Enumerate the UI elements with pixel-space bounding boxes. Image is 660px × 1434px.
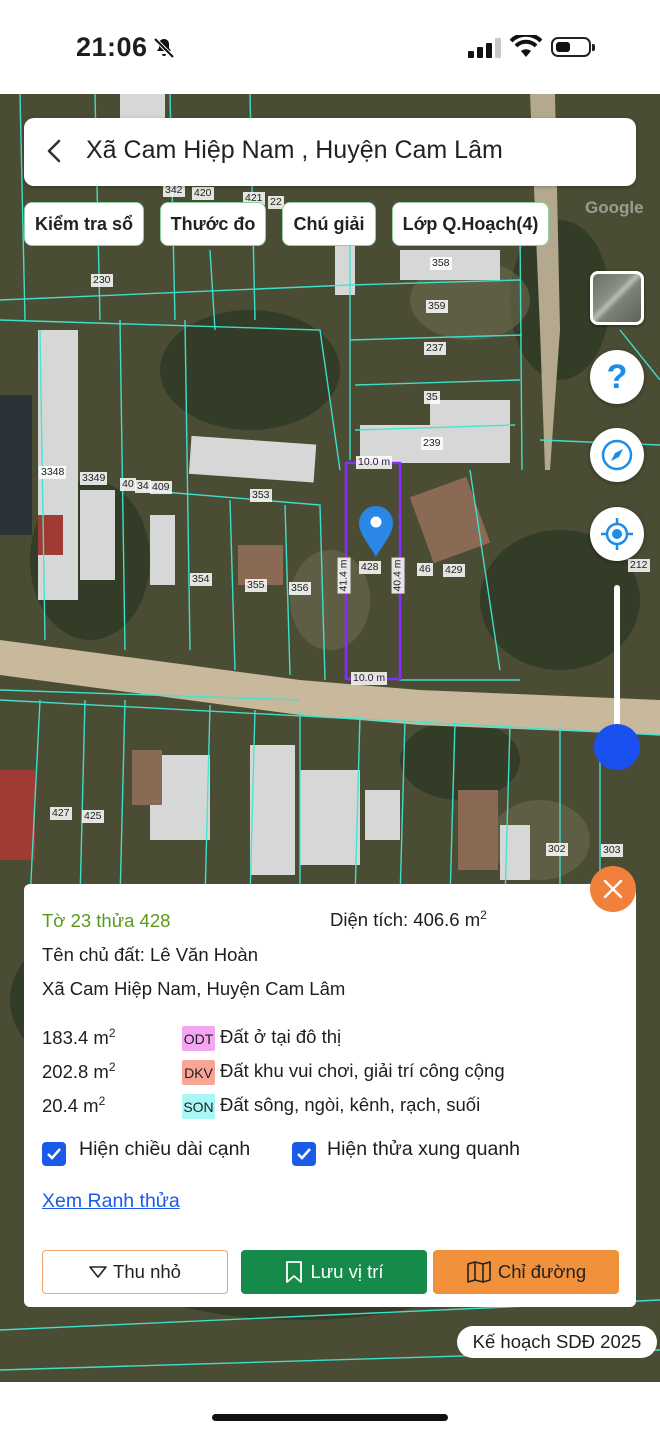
location-header[interactable]: Xã Cam Hiệp Nam , Huyện Cam Lâm [24,118,636,186]
map-toolbar: Kiểm tra sổ Thước đo Chú giải Lớp Q.Hoạc… [0,202,660,248]
parcel-label: 429 [443,564,465,577]
parcel-label: 3348 [39,466,67,479]
parcel-label: 34 [135,480,151,493]
land-use-description: Đất ở tại đô thị [220,1026,342,1047]
close-panel-button[interactable] [590,866,636,912]
minimize-label: Thu nhỏ [113,1261,181,1282]
land-use-row: 202.8 m2 DKV Đất khu vui chơi, giải trí … [42,1060,632,1086]
question-icon: ? [606,358,628,396]
parcel-label: 428 [359,561,381,574]
zoom-slider-handle[interactable] [594,724,640,770]
map-icon [467,1261,491,1283]
save-location-label: Lưu vị trí [310,1261,384,1282]
status-bar: 21:06 [0,0,660,94]
location-title: Xã Cam Hiệp Nam , Huyện Cam Lâm [86,136,503,164]
land-use-area: 183.4 m2 [42,1026,116,1049]
wifi-icon [510,35,542,57]
parcel-label: 237 [424,342,446,355]
land-use-row: 20.4 m2 SON Đất sông, ngòi, kênh, rạch, … [42,1094,632,1120]
my-location-button[interactable] [590,507,644,561]
view-boundary-link[interactable]: Xem Ranh thửa [42,1190,180,1213]
bookmark-icon [286,1261,303,1283]
land-use-code-badge: ODT [182,1026,215,1051]
checkmark-icon [297,1148,311,1160]
cellular-signal-icon [468,38,501,58]
parcel-label: 420 [192,187,214,200]
parcel-address: Xã Cam Hiệp Nam, Huyện Cam Lâm [42,978,346,999]
land-use-row: 183.4 m2 ODT Đất ở tại đô thị [42,1026,632,1052]
edge-length-right: 40.4 m [391,557,405,594]
edge-length-top: 10.0 m [356,456,393,469]
measure-button[interactable]: Thước đo [160,202,266,246]
location-pin-icon[interactable] [357,504,395,558]
home-indicator[interactable] [212,1414,448,1421]
land-use-area: 20.4 m2 [42,1094,106,1117]
legend-button[interactable]: Chú giải [282,202,376,246]
parcel-label: 427 [50,807,72,820]
parcel-label: 35 [424,391,440,404]
zoom-slider-track[interactable] [614,585,620,745]
minimize-button[interactable]: Thu nhỏ [42,1250,228,1294]
parcel-label: 212 [628,559,650,572]
parcel-label: 409 [150,481,172,494]
save-location-button[interactable]: Lưu vị trí [241,1250,427,1294]
parcel-label: 303 [601,844,623,857]
parcel-label: 358 [430,257,452,270]
parcel-label: 425 [82,810,104,823]
bell-off-icon [153,37,175,59]
parcel-label: 354 [190,573,212,586]
compass-button[interactable] [590,428,644,482]
map-layer-switch-button[interactable] [590,271,644,325]
land-use-description: Đất sông, ngòi, kênh, rạch, suối [220,1094,481,1115]
plan-year-badge[interactable]: Kế hoạch SDĐ 2025 [457,1326,657,1358]
parcel-label: 302 [546,843,568,856]
parcel-label: 40 [120,478,136,491]
back-arrow-icon[interactable] [40,136,70,166]
check-certificate-button[interactable]: Kiểm tra sổ [24,202,144,246]
directions-label: Chỉ đường [497,1261,587,1282]
parcel-label: 46 [417,563,433,576]
directions-button[interactable]: Chỉ đường [433,1250,619,1294]
show-edge-length-label[interactable]: Hiện chiều dài cạnh [79,1138,250,1161]
parcel-label: 356 [289,582,311,595]
show-neighbors-checkbox[interactable] [292,1142,316,1166]
owner-name: Tên chủ đất: Lê Văn Hoàn [42,944,258,965]
edge-length-left: 41.4 m [337,557,351,594]
triangle-down-icon [89,1266,107,1278]
parcel-label: 239 [421,437,443,450]
parcel-label: 355 [245,579,267,592]
checkmark-icon [47,1148,61,1160]
home-bar [0,1382,660,1434]
land-use-area: 202.8 m2 [42,1060,116,1083]
land-use-code-badge: DKV [182,1060,215,1085]
parcel-label: 230 [91,274,113,287]
land-use-description: Đất khu vui chơi, giải trí công cộng [220,1060,505,1081]
parcel-area: Diện tích: 406.6 m2 [330,908,487,931]
help-button[interactable]: ? [590,350,644,404]
crosshair-icon [601,518,633,550]
parcel-id: Tờ 23 thửa 428 [42,910,171,931]
planning-layers-button[interactable]: Lớp Q.Hoạch(4) [392,202,549,246]
close-icon [603,879,623,899]
battery-icon [551,37,595,57]
show-neighbors-label[interactable]: Hiện thửa xung quanh [327,1138,520,1161]
parcel-label: 3349 [80,472,108,485]
edge-length-bottom: 10.0 m [351,672,388,685]
compass-icon [601,439,633,471]
parcel-info-panel: Tờ 23 thửa 428 Diện tích: 406.6 m2 Tên c… [24,884,636,1307]
parcel-label: 353 [250,489,272,502]
land-use-code-badge: SON [182,1094,215,1119]
parcel-label: 359 [426,300,448,313]
show-edge-length-checkbox[interactable] [42,1142,66,1166]
status-time: 21:06 [76,32,148,62]
